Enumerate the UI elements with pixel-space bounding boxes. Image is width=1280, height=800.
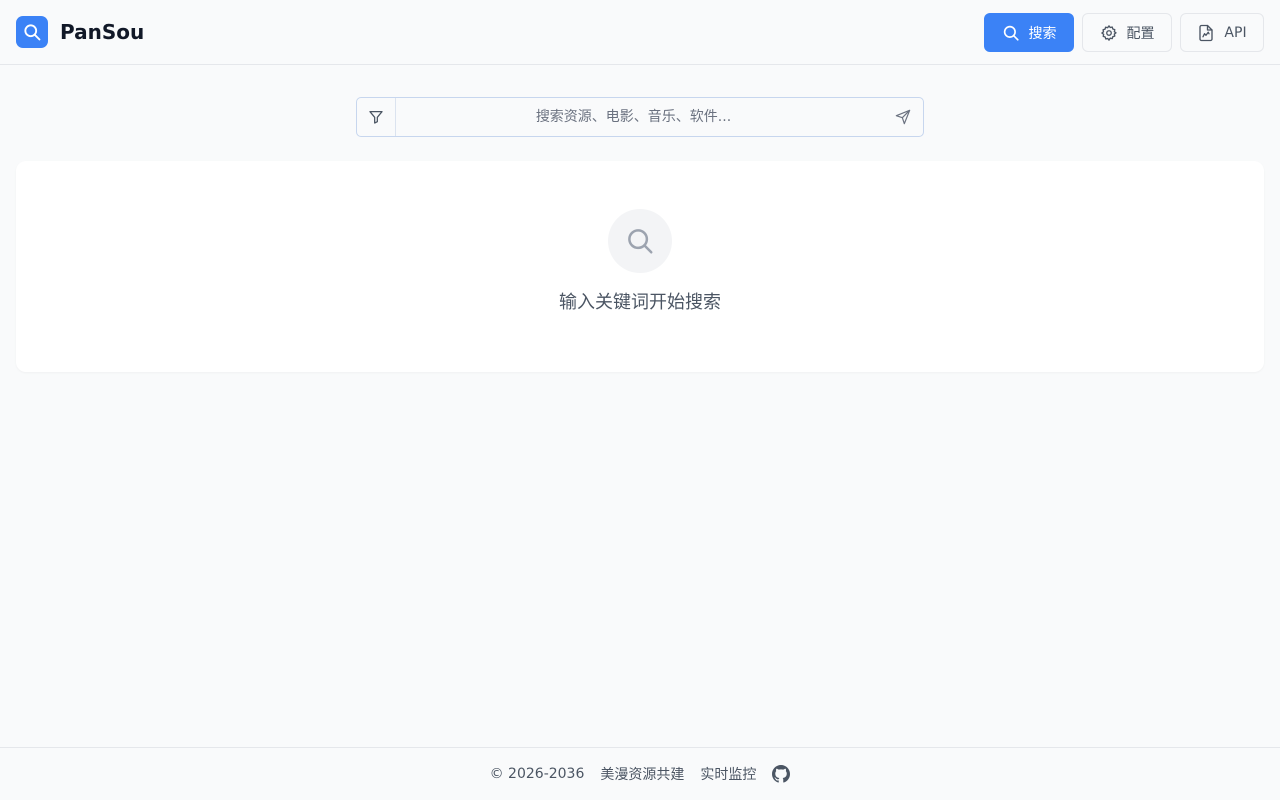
footer-link-monitor[interactable]: 实时监控 [700, 764, 756, 784]
results-panel: 输入关键词开始搜索 [16, 161, 1264, 372]
api-nav-button[interactable]: API [1180, 13, 1264, 52]
search-nav-button[interactable]: 搜索 [984, 13, 1074, 52]
copyright-text: © 2026-2036 [489, 766, 585, 782]
empty-state-message: 输入关键词开始搜索 [559, 292, 721, 313]
search-icon [24, 24, 41, 41]
send-search-button[interactable] [883, 98, 923, 136]
search-bar [356, 97, 924, 137]
config-nav-label: 配置 [1126, 25, 1155, 42]
top-navbar: PanSou 搜索 配置 API [0, 0, 1280, 65]
send-icon [895, 109, 911, 125]
file-chart-icon [1199, 24, 1214, 41]
filter-button[interactable] [357, 98, 396, 136]
app-title[interactable]: PanSou [60, 19, 144, 45]
github-icon [772, 765, 791, 783]
logo[interactable] [16, 16, 48, 48]
footer: © 2026-2036 美漫资源共建 实时监控 [0, 747, 1280, 800]
api-nav-label: API [1224, 24, 1247, 41]
search-icon [1003, 25, 1019, 41]
search-input[interactable] [396, 98, 883, 136]
empty-state-icon-circle [608, 209, 672, 273]
gear-icon [1100, 24, 1117, 41]
search-nav-label: 搜索 [1028, 25, 1057, 42]
filter-icon [369, 111, 383, 124]
config-nav-button[interactable]: 配置 [1082, 13, 1172, 52]
footer-link-community[interactable]: 美漫资源共建 [600, 764, 684, 784]
search-icon [628, 229, 653, 254]
github-link[interactable] [772, 765, 791, 783]
